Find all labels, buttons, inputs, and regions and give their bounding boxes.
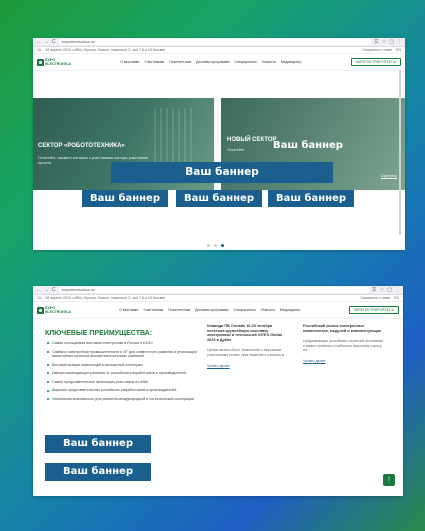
banner-small-3[interactable]: Ваш баннер bbox=[268, 190, 354, 207]
menu-item-projects[interactable]: Спецпроекты bbox=[235, 60, 257, 64]
logo-icon bbox=[37, 306, 44, 314]
news-title: Российский рынок электронных компонентов… bbox=[303, 324, 382, 333]
menu-item-about[interactable]: О выставке bbox=[119, 308, 138, 312]
slide-title: НОВЫЙ СЕКТОР bbox=[227, 137, 277, 143]
slider-dot[interactable] bbox=[207, 244, 210, 247]
list-item: Симбиоз электронной промышленности и ИТ … bbox=[47, 350, 197, 359]
forward-icon[interactable]: → bbox=[44, 39, 49, 45]
slider-dot-active[interactable] bbox=[221, 244, 224, 247]
info-bar: 15 – 18 апреля 2024 • МВЦ «Крокус Экспо»… bbox=[33, 295, 403, 302]
star-icon[interactable]: ☆ bbox=[382, 39, 386, 45]
slider-dots bbox=[207, 244, 224, 247]
address-bar[interactable]: expoelectronica.ru/ bbox=[58, 39, 371, 45]
menu-item-program[interactable]: Деловая программа bbox=[196, 60, 229, 64]
menu-item-visitors[interactable]: Посетителям bbox=[168, 308, 190, 312]
logo-line2: ELECTRONICA bbox=[45, 62, 71, 66]
slide-decoration bbox=[154, 108, 194, 168]
site-logo[interactable]: EXPO ELECTRONICA bbox=[37, 306, 71, 314]
register-button[interactable]: ЗАРЕГИСТРИРУЙТЕСЬ bbox=[348, 306, 399, 314]
news-excerpt: Цифровизация российских отраслей экономи… bbox=[303, 339, 383, 353]
address-bar[interactable]: expoelectronica.ru/ bbox=[58, 287, 369, 293]
menu-item-news[interactable]: Новости bbox=[261, 308, 275, 312]
menu-item-news[interactable]: Новости bbox=[262, 60, 276, 64]
list-item: Широкое представительство российских раз… bbox=[47, 388, 197, 392]
news-card-1[interactable]: Команда ПВ Онлайн 16-20 октября посетила… bbox=[207, 324, 287, 368]
browser-toolbar: ← → C expoelectronica.ru/ 文 ☆ ▢ ⋮ bbox=[33, 286, 403, 295]
website-screenshot-top: ← → C expoelectronica.ru/ 文 ☆ ▢ ⋮ 15 – 1… bbox=[33, 38, 405, 250]
banner-left-2[interactable]: Ваш баннер bbox=[45, 463, 151, 481]
menu-item-media[interactable]: Медиацентр bbox=[280, 308, 301, 312]
menu-item-media[interactable]: Медиацентр bbox=[281, 60, 302, 64]
event-info: 15 – 18 апреля 2024 • МВЦ «Крокус Экспо»… bbox=[37, 296, 166, 300]
slider-dot[interactable] bbox=[214, 244, 217, 247]
contact-link[interactable]: Связаться с нами bbox=[363, 48, 393, 52]
menu-icon[interactable]: ⋮ bbox=[397, 39, 402, 45]
back-icon[interactable]: ← bbox=[36, 39, 41, 45]
scroll-top-icon[interactable]: ↑ bbox=[383, 474, 395, 486]
site-logo[interactable]: EXPO ELECTRONICA bbox=[37, 58, 71, 66]
info-bar: 15 – 18 апреля 2024 • МВЦ «Крокус Экспо»… bbox=[33, 47, 405, 54]
menu-item-visitors[interactable]: Посетителям bbox=[169, 60, 191, 64]
advantages-title: КЛЮЧЕВЫЕ ПРЕИМУЩЕСТВА: bbox=[45, 330, 153, 337]
register-button[interactable]: ЗАРЕГИСТРИРУЙТЕСЬ bbox=[350, 58, 401, 66]
list-item: Уникальная возможность для развития межд… bbox=[47, 397, 197, 401]
slide-more-link[interactable]: Смотреть bbox=[381, 174, 397, 178]
reload-icon[interactable]: C bbox=[52, 287, 56, 293]
extensions-icon[interactable]: ▢ bbox=[389, 39, 394, 45]
menu-item-exhibitors[interactable]: Участникам bbox=[143, 308, 163, 312]
banner-main[interactable]: Ваш баннер bbox=[111, 162, 333, 183]
news-more-link[interactable]: Читать далее bbox=[207, 364, 287, 368]
menu-icon[interactable]: ⋮ bbox=[395, 287, 400, 293]
translate-icon[interactable]: 文 bbox=[372, 287, 377, 293]
banner-small-2[interactable]: Ваш баннер bbox=[176, 190, 262, 207]
star-icon[interactable]: ☆ bbox=[380, 287, 384, 293]
logo-line2: ELECTRONICA bbox=[45, 310, 71, 314]
lang-switch[interactable]: EN bbox=[396, 48, 401, 52]
main-menu: О выставке Участникам Посетителям Делова… bbox=[71, 308, 349, 312]
extensions-icon[interactable]: ▢ bbox=[387, 287, 392, 293]
site-header: EXPO ELECTRONICA О выставке Участникам П… bbox=[33, 302, 403, 319]
menu-item-program[interactable]: Деловая программа bbox=[195, 308, 228, 312]
advantages-list: Самая посещаемая выставка электроники в … bbox=[47, 341, 197, 406]
news-card-2[interactable]: Российский рынок электронных компонентов… bbox=[303, 324, 383, 363]
contact-link[interactable]: Связаться с нами bbox=[361, 296, 391, 300]
slide-title: СЕКТОР «РОБОТОТЕХНИКА» bbox=[38, 143, 125, 149]
logo-icon bbox=[37, 58, 44, 66]
list-item: Самое представительное экспозиция участн… bbox=[47, 380, 197, 384]
hero-banner-overlay[interactable]: Ваш баннер bbox=[273, 140, 343, 151]
forward-icon[interactable]: → bbox=[44, 287, 49, 293]
menu-item-exhibitors[interactable]: Участникам bbox=[144, 60, 164, 64]
list-item: Высокий возврат инвестиций и экспортный … bbox=[47, 363, 197, 367]
banner-small-1[interactable]: Ваш баннер bbox=[82, 190, 168, 207]
back-icon[interactable]: ← bbox=[36, 287, 41, 293]
menu-item-projects[interactable]: Спецпроекты bbox=[234, 308, 256, 312]
news-more-link[interactable]: Читать далее bbox=[303, 359, 383, 363]
banner-left-1[interactable]: Ваш баннер bbox=[45, 435, 151, 453]
lang-switch[interactable]: EN bbox=[394, 296, 399, 300]
site-header: EXPO ELECTRONICA О выставке Участникам П… bbox=[33, 54, 405, 71]
reload-icon[interactable]: C bbox=[52, 39, 56, 45]
event-info: 15 – 18 апреля 2024 • МВЦ «Крокус Экспо»… bbox=[37, 48, 166, 52]
main-menu: О выставке Участникам Посетителям Делова… bbox=[71, 60, 351, 64]
scrollbar[interactable] bbox=[399, 70, 401, 235]
list-item: Импортозамещающие решения от российских … bbox=[47, 371, 197, 375]
list-item: Самая посещаемая выставка электроники в … bbox=[47, 341, 197, 345]
browser-toolbar: ← → C expoelectronica.ru/ 文 ☆ ▢ ⋮ bbox=[33, 38, 405, 47]
news-title: Команда ПВ Онлайн 16-20 октября посетила… bbox=[207, 324, 282, 342]
news-excerpt: Целью визита было знакомство с мировыми … bbox=[207, 348, 287, 357]
menu-item-about[interactable]: О выставке bbox=[120, 60, 139, 64]
translate-icon[interactable]: 文 bbox=[374, 39, 379, 45]
